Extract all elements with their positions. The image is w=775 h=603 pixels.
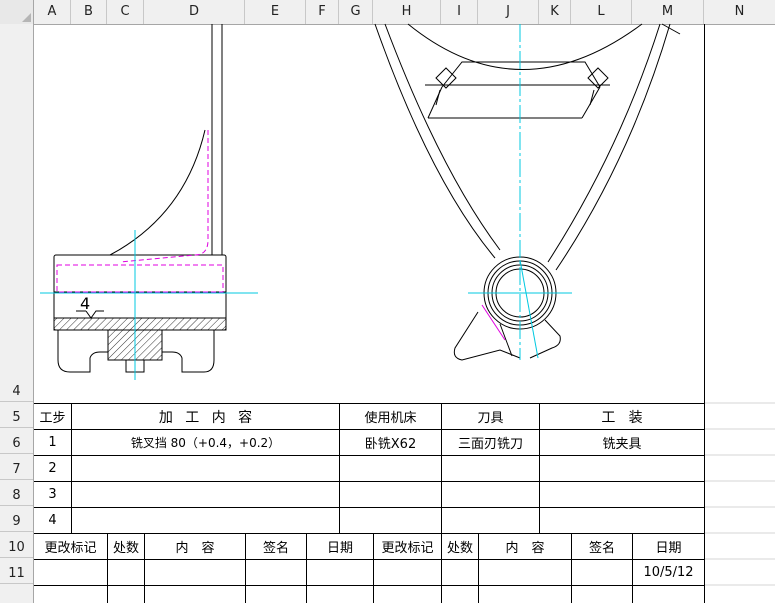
header-fixture[interactable]: 工 装 — [540, 404, 704, 429]
rev-header-signature-2[interactable]: 签名 — [572, 534, 632, 559]
row-3-step[interactable]: 3 — [34, 482, 71, 507]
dimension-label: 4 — [80, 294, 90, 313]
row-1-step[interactable]: 1 — [34, 430, 71, 455]
rev-header-date-1[interactable]: 日期 — [307, 534, 373, 559]
row-2-fixture[interactable] — [540, 456, 704, 481]
rev-header-change-mark-2[interactable]: 更改标记 — [374, 534, 441, 559]
rev-header-change-mark-1[interactable]: 更改标记 — [34, 534, 107, 559]
header-machine[interactable]: 使用机床 — [340, 404, 441, 429]
row-4-content[interactable] — [72, 508, 339, 533]
row-2-content[interactable] — [72, 456, 339, 481]
rev-header-signature-1[interactable]: 签名 — [246, 534, 306, 559]
row-3-tool[interactable] — [442, 482, 539, 507]
row-4-machine[interactable] — [340, 508, 441, 533]
header-step[interactable]: 工步 — [34, 404, 71, 429]
row-2-tool[interactable] — [442, 456, 539, 481]
rev-header-date-2[interactable]: 日期 — [633, 534, 704, 559]
row-3-fixture[interactable] — [540, 482, 704, 507]
header-tool[interactable]: 刀具 — [442, 404, 539, 429]
row-3-content[interactable] — [72, 482, 339, 507]
row-1-machine[interactable]: 卧铣X62 — [340, 430, 441, 455]
row-2-machine[interactable] — [340, 456, 441, 481]
row-4-step[interactable]: 4 — [34, 508, 71, 533]
row-1-fixture[interactable]: 铣夹具 — [540, 430, 704, 455]
rev-header-count-2[interactable]: 处数 — [442, 534, 478, 559]
rev-header-content-2[interactable]: 内 容 — [479, 534, 571, 559]
row-1-tool[interactable]: 三面刃铣刀 — [442, 430, 539, 455]
row-1-content[interactable]: 铣叉挡 80（+0.4，+0.2） — [72, 430, 339, 455]
right-fork-view — [374, 23, 681, 361]
row-4-tool[interactable] — [442, 508, 539, 533]
rev-row-date[interactable]: 10/5/12 — [633, 560, 704, 585]
rev-header-content-1[interactable]: 内 容 — [145, 534, 245, 559]
rev-header-count-1[interactable]: 处数 — [108, 534, 144, 559]
row-2-step[interactable]: 2 — [34, 456, 71, 481]
header-content[interactable]: 加 工 内 容 — [72, 404, 339, 429]
row-4-fixture[interactable] — [540, 508, 704, 533]
row-3-machine[interactable] — [340, 482, 441, 507]
